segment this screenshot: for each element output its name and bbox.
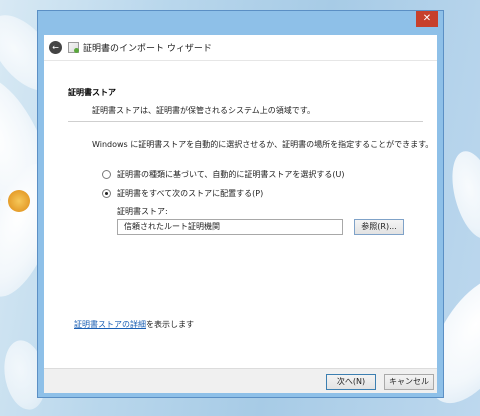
certificate-store-field[interactable]: 信頼されたルート証明機関 <box>117 219 343 235</box>
cancel-button[interactable]: キャンセル <box>384 374 434 390</box>
certificate-import-wizard-window: ✕ ← 証明書のインポート ウィザード 証明書ストア 証明書ストアは、証明書が保… <box>37 10 444 398</box>
store-details-link[interactable]: 証明書ストアの詳細 <box>74 320 146 329</box>
radio-place-all[interactable] <box>102 189 111 198</box>
window-title: 証明書のインポート ウィザード <box>83 44 212 54</box>
store-details-row: 証明書ストアの詳細を表示します <box>74 319 194 330</box>
section-heading: 証明書ストア <box>68 88 116 97</box>
close-icon: ✕ <box>422 13 432 24</box>
instruction-text: Windows に証明書ストアを自動的に選択させるか、証明書の場所を指定すること… <box>92 140 434 149</box>
back-button[interactable]: ← <box>49 41 62 54</box>
section-description: 証明書ストアは、証明書が保管されるシステム上の領域です。 <box>92 106 315 115</box>
radio-auto-select[interactable] <box>102 170 111 179</box>
browse-button[interactable]: 参照(R)... <box>354 219 404 235</box>
close-button[interactable]: ✕ <box>416 11 438 27</box>
store-details-suffix: を表示します <box>146 320 194 329</box>
auto-select-store-option[interactable]: 証明書の種類に基づいて、自動的に証明書ストアを選択する(U) <box>102 169 344 180</box>
certificate-wizard-icon <box>68 42 79 53</box>
next-button[interactable]: 次へ(N) <box>326 374 376 390</box>
flower-petal <box>444 146 480 244</box>
wizard-content: 証明書ストア 証明書ストアは、証明書が保管されるシステム上の領域です。 Wind… <box>44 61 437 368</box>
wizard-footer: 次へ(N) キャンセル <box>44 368 437 393</box>
divider <box>68 121 423 122</box>
radio-label: 証明書の種類に基づいて、自動的に証明書ストアを選択する(U) <box>117 170 345 179</box>
certificate-store-label: 証明書ストア: <box>117 207 168 216</box>
back-arrow-icon: ← <box>52 43 59 52</box>
flower-center <box>8 190 30 212</box>
radio-label: 証明書をすべて次のストアに配置する(P) <box>117 189 264 198</box>
wizard-titlebar: ← 証明書のインポート ウィザード <box>44 35 437 61</box>
place-in-store-option[interactable]: 証明書をすべて次のストアに配置する(P) <box>102 188 263 199</box>
